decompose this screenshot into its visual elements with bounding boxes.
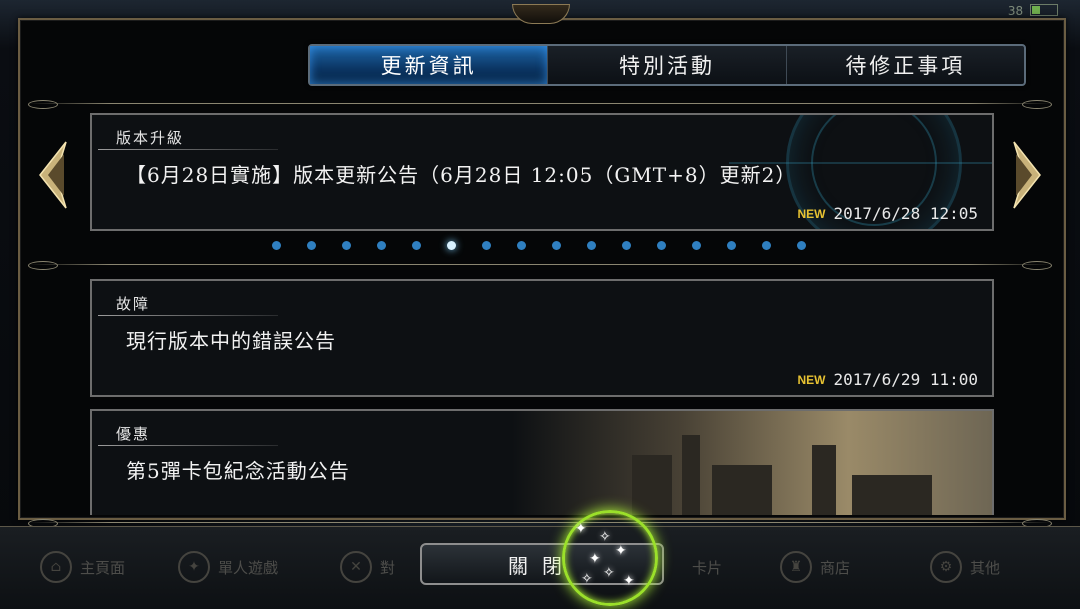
- new-badge: NEW: [797, 207, 826, 221]
- pager-dot[interactable]: [342, 241, 351, 250]
- pager-dot[interactable]: [797, 241, 806, 250]
- news-category: 優惠: [116, 425, 151, 443]
- news-title: 第5彈卡包紀念活動公告: [126, 459, 350, 483]
- tab-pending-fixes[interactable]: 待修正事項: [785, 46, 1024, 84]
- pager-dot[interactable]: [657, 241, 666, 250]
- status-bar: 38: [1008, 4, 1058, 18]
- category-underline: [98, 315, 278, 316]
- tap-sparkle-effect: ✦ ✧ ✦ ✦ ✧ ✦ ✧: [562, 510, 658, 606]
- news-title: 【6月28日實施】版本更新公告（6月28日 12:05（GMT+8）更新2）: [126, 163, 797, 187]
- tab-bar: 更新資訊 特別活動 待修正事項: [308, 44, 1026, 86]
- nav-cards[interactable]: 卡片: [692, 544, 722, 590]
- divider: [28, 100, 1052, 109]
- category-underline: [98, 445, 278, 446]
- nav-solo[interactable]: ✦ 單人遊戲: [178, 544, 278, 590]
- news-category: 故障: [116, 295, 151, 313]
- pager-dot[interactable]: [447, 241, 456, 250]
- pager-dot[interactable]: [482, 241, 491, 250]
- nav-label: 商店: [820, 558, 851, 577]
- shop-icon: ♜: [780, 551, 812, 583]
- pager-dot[interactable]: [552, 241, 561, 250]
- pager-dot[interactable]: [307, 241, 316, 250]
- news-item[interactable]: 故障 現行版本中的錯誤公告 NEW 2017/6/29 11:00: [90, 279, 994, 397]
- category-underline: [98, 149, 278, 150]
- pager-dot[interactable]: [272, 241, 281, 250]
- nav-label: 對: [380, 558, 396, 577]
- news-date: 2017/6/28 12:05: [833, 204, 979, 223]
- news-category: 版本升級: [116, 129, 185, 147]
- pager-dot[interactable]: [412, 241, 421, 250]
- prev-arrow-icon[interactable]: [36, 140, 76, 210]
- pager-dot[interactable]: [517, 241, 526, 250]
- pager-dot[interactable]: [727, 241, 736, 250]
- other-icon: ⚙: [930, 551, 962, 583]
- featured-news-card[interactable]: 版本升級 【6月28日實施】版本更新公告（6月28日 12:05（GMT+8）更…: [90, 113, 994, 231]
- divider: [28, 261, 1052, 270]
- battery-text: 38: [1007, 4, 1024, 18]
- pager-dot[interactable]: [377, 241, 386, 250]
- nav-other[interactable]: ⚙ 其他: [930, 544, 1000, 590]
- next-arrow-icon[interactable]: [1004, 140, 1044, 210]
- pager-dot[interactable]: [762, 241, 771, 250]
- battery-icon: [1030, 4, 1058, 16]
- nav-label: 主頁面: [80, 558, 126, 577]
- pager-dot[interactable]: [622, 241, 631, 250]
- nav-shop[interactable]: ♜ 商店: [780, 544, 850, 590]
- news-item[interactable]: 優惠 第5彈卡包紀念活動公告: [90, 409, 994, 515]
- divider: [28, 519, 1052, 528]
- home-icon: ⌂: [40, 551, 72, 583]
- news-date: 2017/6/29 11:00: [833, 370, 979, 389]
- castle-banner-art: [512, 411, 992, 515]
- nav-battle[interactable]: ✕ 對: [340, 544, 395, 590]
- nav-label: 卡片: [692, 558, 723, 577]
- pager-dot[interactable]: [692, 241, 701, 250]
- pager-dot[interactable]: [587, 241, 596, 250]
- solo-icon: ✦: [178, 551, 210, 583]
- nav-label: 其他: [970, 558, 1001, 577]
- swords-icon: ✕: [340, 551, 372, 583]
- tab-updates[interactable]: 更新資訊: [310, 46, 548, 84]
- news-meta: NEW 2017/6/29 11:00: [798, 370, 979, 389]
- news-title: 現行版本中的錯誤公告: [126, 329, 336, 353]
- nav-home[interactable]: ⌂ 主頁面: [40, 544, 125, 590]
- nav-label: 單人遊戲: [218, 558, 279, 577]
- tab-special-events[interactable]: 特別活動: [547, 46, 785, 84]
- news-meta: NEW 2017/6/28 12:05: [798, 204, 979, 223]
- new-badge: NEW: [797, 373, 826, 387]
- carousel-pager: [272, 241, 832, 250]
